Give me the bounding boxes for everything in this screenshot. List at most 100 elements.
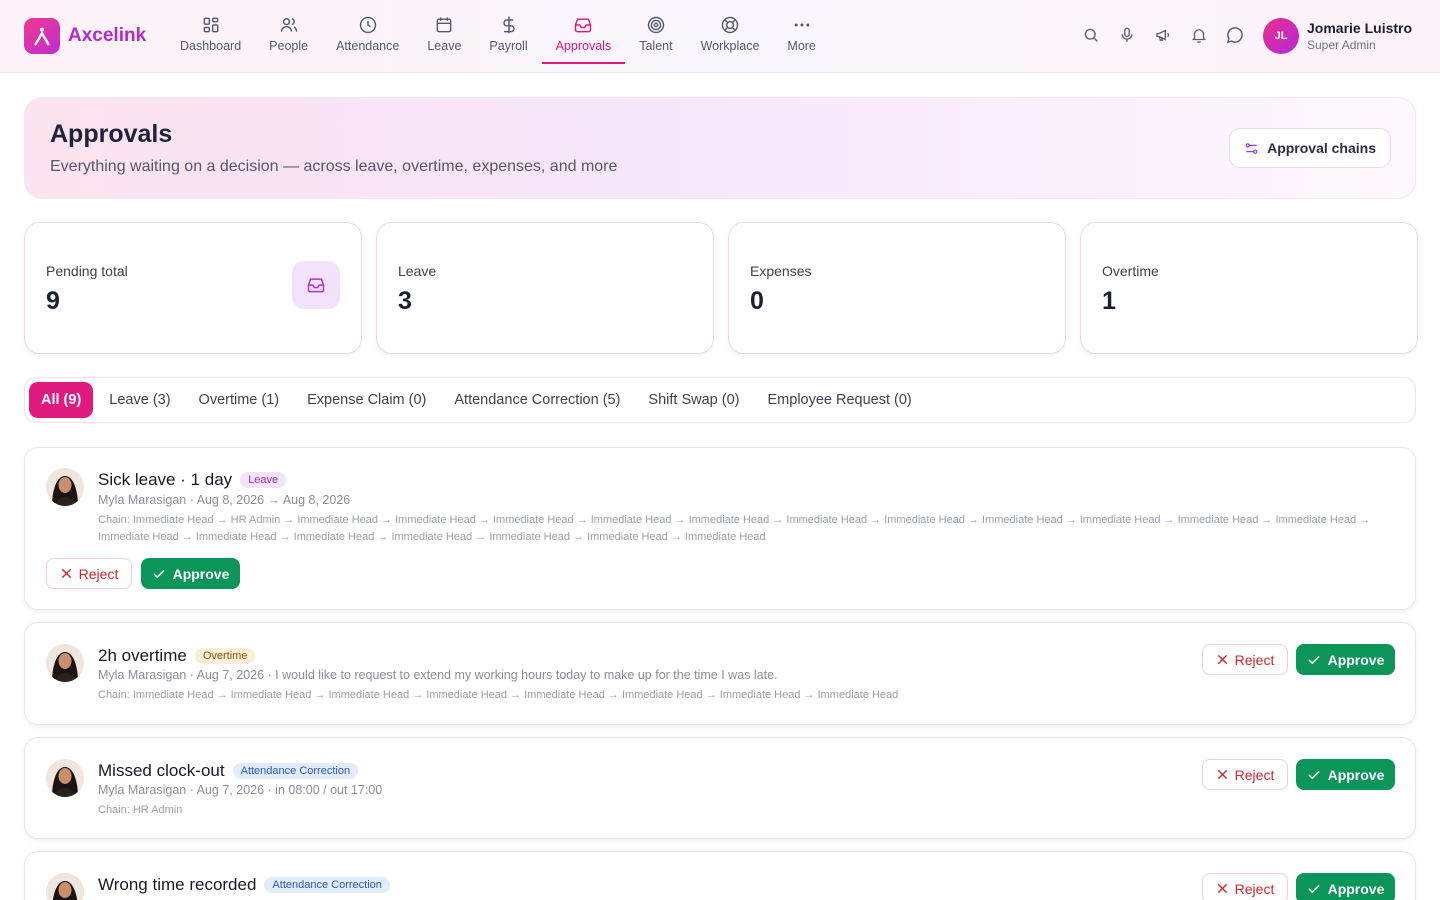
- stat-label: Leave: [398, 263, 437, 279]
- brand-name: Axcelink: [68, 25, 147, 46]
- type-badge: Leave: [240, 472, 287, 488]
- tab-shift-swap[interactable]: Shift Swap (0): [636, 382, 751, 418]
- nav-label: Leave: [427, 39, 462, 53]
- request-title: Missed clock-out: [98, 761, 225, 780]
- nav-label: Approvals: [555, 39, 612, 53]
- approve-button[interactable]: Approve: [1296, 873, 1395, 900]
- search-icon[interactable]: [1080, 24, 1102, 46]
- request-title-row: Wrong time recorded Attendance Correctio…: [98, 875, 390, 895]
- requester-avatar: [46, 468, 84, 506]
- stat-card-leave: Leave 3: [376, 222, 714, 354]
- approve-button[interactable]: Approve: [1296, 644, 1395, 675]
- requester-avatar: [46, 759, 84, 797]
- reject-label: Reject: [78, 565, 119, 582]
- request-title-row: 2h overtime Overtime: [98, 646, 256, 666]
- sliders-icon: [1245, 142, 1258, 154]
- nav-item-talent[interactable]: Talent: [625, 0, 686, 64]
- reject-button[interactable]: Reject: [1202, 759, 1288, 790]
- brand-mark-icon: [24, 18, 60, 54]
- user-menu[interactable]: JL Jomarie Luistro Super Admin: [1263, 18, 1412, 54]
- nav-item-people[interactable]: People: [255, 0, 322, 64]
- page-subtitle: Everything waiting on a decision — acros…: [50, 158, 618, 175]
- approval-chains-button[interactable]: Approval chains: [1229, 128, 1391, 168]
- check-icon: [1308, 655, 1320, 664]
- requester-avatar: [46, 644, 84, 682]
- nav-label: Dashboard: [180, 39, 242, 53]
- nav-item-leave[interactable]: Leave: [413, 0, 475, 64]
- approval-card: Sick leave · 1 day Leave Myla Marasigan …: [24, 447, 1416, 610]
- request-meta: Myla Marasigan · Aug 7, 2026 · I would l…: [98, 668, 778, 682]
- chat-icon[interactable]: [1224, 24, 1246, 46]
- nav-label: Attendance: [336, 39, 400, 53]
- brand-logo[interactable]: Axcelink: [24, 18, 146, 54]
- user-avatar: JL: [1263, 18, 1299, 54]
- user-name: Jomarie Luistro: [1307, 20, 1413, 36]
- megaphone-icon[interactable]: [1152, 24, 1174, 46]
- inbox-icon: [292, 261, 340, 309]
- approval-chain: Chain: Immediate Head → HR Admin → Immed…: [98, 514, 1371, 543]
- nav-item-workplace[interactable]: Workplace: [687, 0, 774, 64]
- tab-expense-claim[interactable]: Expense Claim (0): [295, 382, 438, 418]
- top-actions: [1080, 24, 1246, 46]
- request-title: 2h overtime: [98, 646, 187, 665]
- nav-item-approvals[interactable]: Approvals: [541, 0, 626, 64]
- reject-label: Reject: [1234, 880, 1275, 897]
- reject-button[interactable]: Reject: [1202, 644, 1288, 675]
- check-icon: [1308, 884, 1320, 893]
- stat-label: Expenses: [750, 263, 812, 279]
- approval-chain: Chain: HR Admin: [98, 804, 183, 816]
- reject-button[interactable]: Reject: [1202, 873, 1288, 900]
- tab-attendance-correction[interactable]: Attendance Correction (5): [442, 382, 632, 418]
- clock-icon: [359, 16, 376, 34]
- reject-label: Reject: [1234, 766, 1275, 783]
- approval-card: 2h overtime Overtime Myla Marasigan · Au…: [24, 622, 1416, 725]
- grid-icon: [203, 17, 218, 33]
- nav-label: Talent: [639, 39, 673, 53]
- bell-icon[interactable]: [1188, 24, 1210, 46]
- type-badge: Overtime: [194, 648, 256, 664]
- reject-button[interactable]: Reject: [46, 558, 132, 589]
- more-icon: [794, 23, 809, 27]
- nav-item-more[interactable]: More: [773, 0, 829, 64]
- tab-employee-request[interactable]: Employee Request (0): [756, 382, 924, 418]
- request-title: Sick leave · 1 day: [98, 470, 233, 489]
- user-role: Super Admin: [1307, 38, 1376, 52]
- request-meta: Myla Marasigan · Aug 8, 2026 → Aug 8, 20…: [98, 493, 351, 507]
- target-icon: [647, 16, 665, 34]
- approve-label: Approve: [1327, 880, 1385, 897]
- request-title-row: Missed clock-out Attendance Correction: [98, 761, 359, 781]
- stat-label: Overtime: [1102, 263, 1159, 279]
- request-meta: Myla Marasigan · Aug 7, 2026 · in 08:00 …: [98, 783, 383, 797]
- x-icon: [1217, 655, 1227, 664]
- calendar-icon: [437, 17, 452, 33]
- nav-item-attendance[interactable]: Attendance: [322, 0, 413, 64]
- tab-all[interactable]: All (9): [29, 382, 94, 418]
- requester-avatar: [46, 873, 84, 900]
- nav-item-dashboard[interactable]: Dashboard: [166, 0, 255, 64]
- approval-chains-label: Approval chains: [1267, 140, 1376, 156]
- approve-button[interactable]: Approve: [1296, 759, 1395, 790]
- stat-value: 3: [398, 287, 412, 315]
- stat-value: 1: [1102, 287, 1116, 315]
- x-icon: [61, 569, 71, 578]
- type-badge: Attendance Correction: [232, 763, 359, 779]
- type-badge: Attendance Correction: [264, 877, 390, 893]
- check-icon: [153, 569, 165, 578]
- stat-value: 9: [46, 287, 60, 315]
- stat-card-overtime: Overtime 1: [1080, 222, 1418, 354]
- nav-item-payroll[interactable]: Payroll: [475, 0, 541, 64]
- stat-label: Pending total: [46, 263, 128, 279]
- tab-leave[interactable]: Leave (3): [97, 382, 182, 418]
- tab-overtime[interactable]: Overtime (1): [187, 382, 292, 418]
- reject-label: Reject: [1234, 651, 1275, 668]
- approve-label: Approve: [1327, 766, 1385, 783]
- nav-label: Workplace: [700, 39, 760, 53]
- stat-card-expenses: Expenses 0: [728, 222, 1066, 354]
- approval-card: Missed clock-out Attendance Correction M…: [24, 737, 1416, 839]
- page-title: Approvals: [50, 120, 173, 148]
- nav-label: People: [269, 39, 309, 53]
- nav-label: Payroll: [489, 39, 528, 53]
- microphone-icon[interactable]: [1116, 24, 1138, 46]
- nav-label: More: [787, 39, 816, 53]
- approve-button[interactable]: Approve: [141, 558, 240, 589]
